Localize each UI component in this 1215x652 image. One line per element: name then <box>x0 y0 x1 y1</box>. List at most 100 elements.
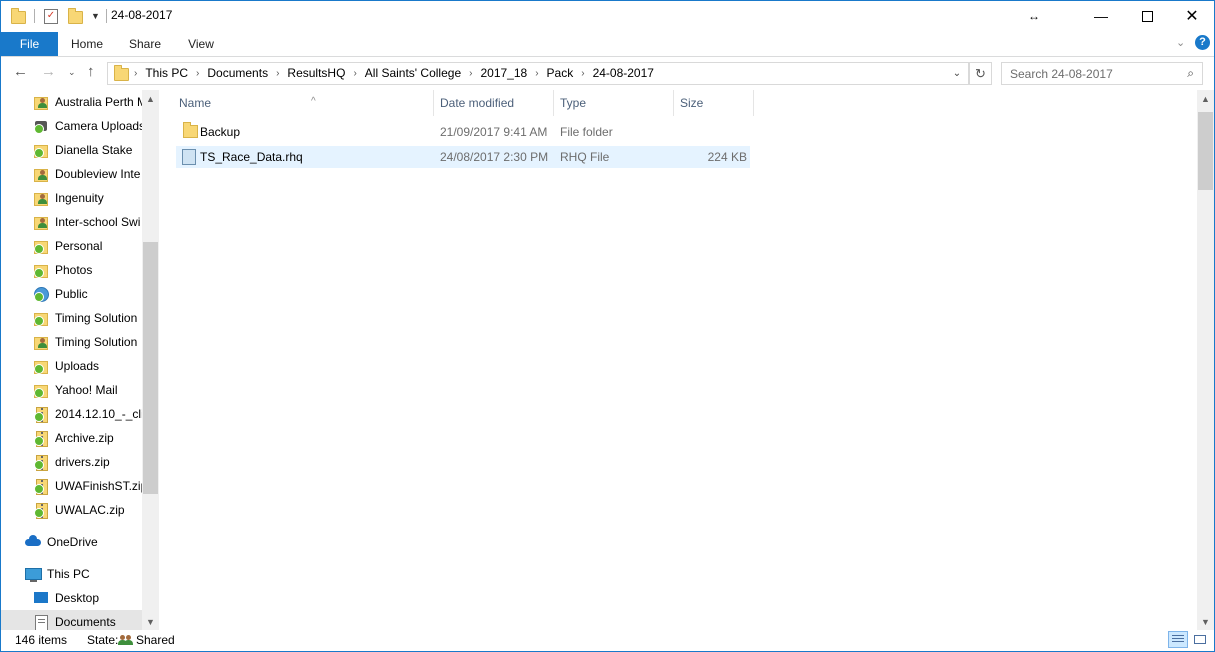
back-arrow-icon[interactable]: ← <box>13 63 28 80</box>
content-scroll-thumb[interactable] <box>1198 112 1213 190</box>
sidebar-item[interactable]: Photos <box>1 258 142 282</box>
file-icon <box>182 149 196 165</box>
breadcrumb-this-pc[interactable]: This PC <box>145 66 188 80</box>
scroll-up-arrow-icon[interactable]: ▲ <box>1197 94 1214 104</box>
sidebar-item-onedrive[interactable]: OneDrive <box>1 530 142 554</box>
sidebar-item-label: Photos <box>55 263 93 277</box>
sidebar-item[interactable]: Timing Solution <box>1 330 142 354</box>
scroll-up-arrow-icon[interactable]: ▲ <box>142 94 159 104</box>
chevron-right-icon: › <box>134 67 138 79</box>
recent-locations-chevron-icon[interactable]: ⌄ <box>68 67 76 78</box>
file-name: Backup <box>200 125 241 139</box>
content-scrollbar[interactable]: ▲ ▼ <box>1197 90 1214 630</box>
sidebar-item[interactable]: Timing Solution <box>1 306 142 330</box>
chevron-right-icon[interactable]: › <box>535 68 538 79</box>
new-folder-icon[interactable] <box>68 8 83 24</box>
sidebar-item[interactable]: Yahoo! Mail <box>1 378 142 402</box>
sidebar-scroll-thumb[interactable] <box>143 242 158 494</box>
camera-folder-icon <box>33 118 49 134</box>
synced-folder-icon <box>33 358 49 374</box>
chevron-right-icon[interactable]: › <box>196 68 199 79</box>
column-header-size[interactable]: Size <box>674 90 754 116</box>
sidebar-item[interactable]: Australia Perth M <box>1 90 142 114</box>
synced-folder-icon <box>33 310 49 326</box>
sidebar-item-label: drivers.zip <box>55 455 110 469</box>
address-dropdown-icon[interactable]: ⌄ <box>947 63 967 84</box>
chevron-right-icon[interactable]: › <box>581 68 584 79</box>
sidebar-item[interactable]: 2014.12.10_-_clie <box>1 402 142 426</box>
search-input[interactable]: Search 24-08-2017 <box>1010 67 1113 81</box>
sidebar-item-label: Public <box>55 287 88 301</box>
refresh-button[interactable]: ↻ <box>969 62 992 85</box>
sidebar-item[interactable]: Dianella Stake <box>1 138 142 162</box>
address-bar[interactable]: › This PC › Documents › ResultsHQ › All … <box>107 62 969 85</box>
details-view-icon[interactable] <box>1168 631 1188 648</box>
explorer-window: ✓ ▼ 24-08-2017 ↔ — ✕ File Home Share Vie… <box>0 0 1215 652</box>
shared-folder-icon <box>33 334 49 350</box>
sidebar-item[interactable]: UWAFinishST.zip <box>1 474 142 498</box>
file-row[interactable]: Backup 21/09/2017 9:41 AM File folder <box>176 121 750 143</box>
sidebar-item-documents[interactable]: Documents <box>1 610 142 630</box>
column-header-date-modified[interactable]: Date modified <box>434 90 554 116</box>
sidebar-item[interactable]: Personal <box>1 234 142 258</box>
state-value: Shared <box>136 633 175 647</box>
divider <box>105 9 107 23</box>
folder-icon <box>11 8 26 24</box>
breadcrumb-resultshq[interactable]: ResultsHQ <box>287 66 345 80</box>
minimize-button[interactable]: — <box>1078 1 1124 31</box>
file-size <box>680 121 747 143</box>
sidebar-item[interactable]: Inter-school Swi <box>1 210 142 234</box>
column-header-type[interactable]: Type <box>554 90 674 116</box>
tab-home[interactable]: Home <box>61 32 113 56</box>
sidebar-item-desktop[interactable]: Desktop <box>1 586 142 610</box>
chevron-right-icon[interactable]: › <box>353 68 356 79</box>
sidebar-item[interactable]: Archive.zip <box>1 426 142 450</box>
search-icon[interactable]: ⌕ <box>1187 66 1194 81</box>
sidebar-item[interactable]: Doubleview Inte <box>1 162 142 186</box>
sidebar-item[interactable]: Public <box>1 282 142 306</box>
breadcrumb-current[interactable]: 24-08-2017 <box>593 66 654 80</box>
sidebar-item[interactable]: drivers.zip <box>1 450 142 474</box>
large-icons-view-icon[interactable] <box>1190 631 1210 648</box>
scroll-down-arrow-icon[interactable]: ▼ <box>142 617 159 627</box>
tab-view[interactable]: View <box>177 32 225 56</box>
sidebar-item-label: 2014.12.10_-_clie <box>55 407 142 421</box>
shared-folder-icon <box>33 190 49 206</box>
customize-dropdown-icon[interactable]: ▼ <box>91 11 100 21</box>
help-icon[interactable]: ? <box>1195 35 1210 50</box>
title-bar: ✓ ▼ 24-08-2017 ↔ — ✕ <box>1 1 1214 32</box>
sidebar-item-this-pc[interactable]: This PC <box>1 562 142 586</box>
scroll-down-arrow-icon[interactable]: ▼ <box>1197 617 1214 627</box>
expand-ribbon-icon[interactable]: ⌄ <box>1176 36 1185 49</box>
file-date: 24/08/2017 2:30 PM <box>440 150 549 164</box>
chevron-right-icon[interactable]: › <box>276 68 279 79</box>
sidebar-item[interactable]: UWALAC.zip <box>1 498 142 522</box>
sidebar-scrollbar[interactable]: ▲ ▼ <box>142 90 159 630</box>
sidebar-item-label: Personal <box>55 239 103 253</box>
tab-share[interactable]: Share <box>119 32 171 56</box>
sidebar-item[interactable]: Ingenuity <box>1 186 142 210</box>
breadcrumb-documents[interactable]: Documents <box>207 66 268 80</box>
file-row[interactable]: TS_Race_Data.rhq 24/08/2017 2:30 PM RHQ … <box>176 146 750 168</box>
file-type: File folder <box>560 125 613 139</box>
sidebar-item-label: Inter-school Swi <box>55 215 141 229</box>
maximize-button[interactable] <box>1124 1 1170 31</box>
column-header-name[interactable]: ^ Name <box>173 90 434 116</box>
forward-arrow-icon[interactable]: → <box>41 63 56 80</box>
tab-file[interactable]: File <box>1 32 58 56</box>
breadcrumb: › This PC › Documents › ResultsHQ › All … <box>134 66 654 80</box>
shared-folder-icon <box>33 214 49 230</box>
breadcrumb-2017-18[interactable]: 2017_18 <box>480 66 527 80</box>
shared-folder-icon <box>33 94 49 110</box>
breadcrumb-pack[interactable]: Pack <box>547 66 574 80</box>
sidebar-item[interactable]: Camera Uploads <box>1 114 142 138</box>
file-name: TS_Race_Data.rhq <box>200 150 303 164</box>
close-button[interactable]: ✕ <box>1169 1 1214 31</box>
up-arrow-icon[interactable]: ↑ <box>87 63 95 80</box>
folder-icon <box>183 122 198 138</box>
breadcrumb-all-saints-college[interactable]: All Saints' College <box>365 66 461 80</box>
properties-icon[interactable]: ✓ <box>44 8 58 24</box>
search-box[interactable]: Search 24-08-2017 ⌕ <box>1001 62 1203 85</box>
chevron-right-icon[interactable]: › <box>469 68 472 79</box>
sidebar-item[interactable]: Uploads <box>1 354 142 378</box>
